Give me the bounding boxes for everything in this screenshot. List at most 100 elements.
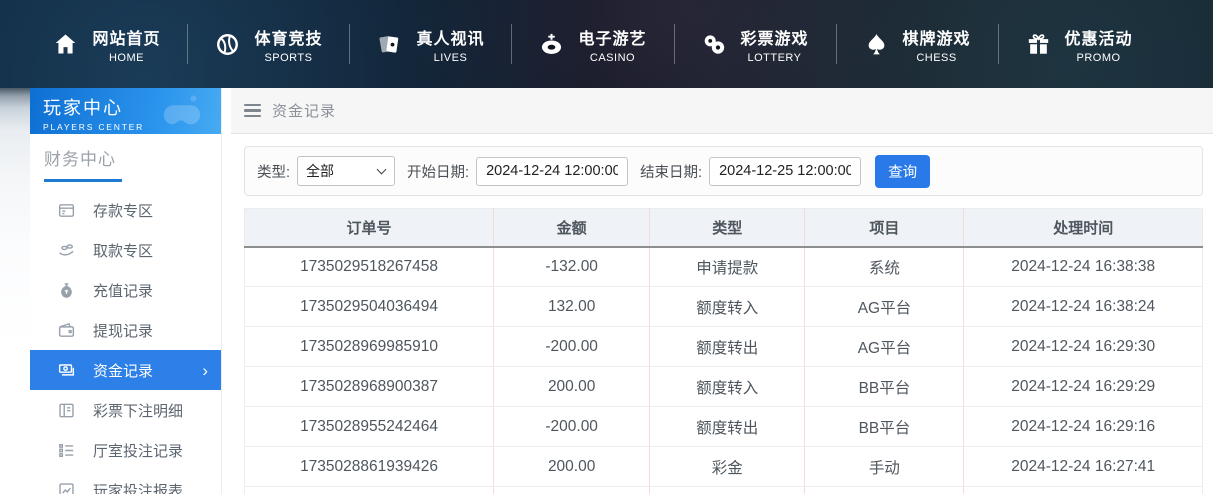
- nav-item-home[interactable]: 网站首页 HOME: [25, 25, 187, 64]
- table-cell: 1735028955242464: [245, 407, 494, 447]
- table-cell: 2024-12-24 16:38:38: [964, 247, 1203, 287]
- sports-ball-icon: [214, 31, 241, 58]
- page-body: 玩家中心 PLAYERS CENTER 财务中心 存款专区 › 取款专区 › 充…: [0, 88, 1213, 494]
- table-cell: AG平台: [805, 287, 964, 327]
- table-cell: 2024-12-24 16:29:30: [964, 327, 1203, 367]
- nav-item-promo[interactable]: 优惠活动 PROMO: [998, 25, 1160, 64]
- table-cell: 200.00: [494, 447, 650, 487]
- table-cell: BB平台: [805, 407, 964, 447]
- table-row-partial: [245, 487, 1203, 494]
- table-cell: 1735028861939426: [245, 447, 494, 487]
- table-row: 1735028861939426200.00彩金手动2024-12-24 16:…: [245, 447, 1203, 487]
- nav-label-zh: 棋牌游戏: [903, 25, 971, 49]
- nav-label-zh: 体育竞技: [254, 25, 322, 49]
- nav-item-lives[interactable]: 真人视讯 LIVES: [349, 25, 511, 64]
- table-cell: 132.00: [494, 287, 650, 327]
- table-cell: AG平台: [805, 327, 964, 367]
- sidebar-menu: 存款专区 › 取款专区 › 充值记录 › 提现记录 › 资金记录 › 彩票下注明…: [30, 190, 221, 494]
- type-select[interactable]: 全部: [297, 156, 395, 186]
- table-cell: 1735028969985910: [245, 327, 494, 367]
- nav-label-en: CHESS: [916, 52, 956, 64]
- app-root: 网站首页 HOME 体育竞技 SPORTS 真人视讯 LIVES 电子游艺 CA…: [0, 0, 1213, 494]
- nav-item-casino[interactable]: 电子游艺 CASINO: [511, 25, 673, 64]
- nav-label-zh: 真人视讯: [416, 25, 484, 49]
- wallet-icon: [57, 321, 76, 340]
- chevron-down-icon: [377, 165, 387, 175]
- spade-icon: [863, 31, 890, 58]
- sidebar: 玩家中心 PLAYERS CENTER 财务中心 存款专区 › 取款专区 › 充…: [30, 88, 222, 494]
- ledger-icon: [57, 401, 76, 420]
- table-cell: 额度转出: [650, 407, 805, 447]
- table-cell: 手动: [805, 447, 964, 487]
- sidebar-item-funds-records[interactable]: 资金记录 ›: [30, 350, 221, 390]
- lottery-balls-icon: [701, 31, 728, 58]
- table-body: 1735029518267458-132.00申请提款系统2024-12-24 …: [245, 247, 1203, 494]
- nav-item-sports[interactable]: 体育竞技 SPORTS: [187, 25, 349, 64]
- table-row: 1735029504036494132.00额度转入AG平台2024-12-24…: [245, 287, 1203, 327]
- table-cell: 1735029504036494: [245, 287, 494, 327]
- table-cell: 2024-12-24 16:27:41: [964, 447, 1203, 487]
- top-nav-items: 网站首页 HOME 体育竞技 SPORTS 真人视讯 LIVES 电子游艺 CA…: [25, 0, 1159, 88]
- table-cell: [650, 487, 805, 494]
- table-cell: BB平台: [805, 367, 964, 407]
- table-header-cell: 订单号: [245, 209, 494, 247]
- roulette-icon: [538, 31, 565, 58]
- table-cell: -200.00: [494, 407, 650, 447]
- nav-item-chess[interactable]: 棋牌游戏 CHESS: [836, 25, 998, 64]
- table-cell: [964, 487, 1203, 494]
- table-cell: -200.00: [494, 327, 650, 367]
- nav-label-zh: 优惠活动: [1065, 25, 1133, 49]
- sidebar-item-withdrawal-records[interactable]: 提现记录 ›: [30, 310, 221, 350]
- page-left-gutter: [0, 88, 30, 494]
- nav-label-en: LIVES: [434, 52, 468, 64]
- table-cell: -132.00: [494, 247, 650, 287]
- sidebar-section: 财务中心: [30, 134, 221, 190]
- nav-label-en: HOME: [109, 52, 144, 64]
- sidebar-item-label: 提现记录: [93, 320, 153, 341]
- filter-bar: 类型: 全部 开始日期: 结束日期: 查询: [244, 146, 1203, 196]
- table-row: 1735028968900387200.00额度转入BB平台2024-12-24…: [245, 367, 1203, 407]
- sidebar-item-label: 存款专区: [93, 200, 153, 221]
- table-cell: 系统: [805, 247, 964, 287]
- end-date-input[interactable]: [709, 157, 861, 186]
- records-table: 订单号金额类型项目处理时间 1735029518267458-132.00申请提…: [244, 208, 1203, 494]
- search-button[interactable]: 查询: [875, 155, 930, 188]
- table-cell: 1735029518267458: [245, 247, 494, 287]
- sidebar-item-hall-bet-records[interactable]: 厅室投注记录 ›: [30, 430, 221, 470]
- content-area: 类型: 全部 开始日期: 结束日期: 查询 订单号金额类型项目处理时间 1735…: [231, 134, 1213, 494]
- deposit-card-icon: [57, 201, 76, 220]
- type-select-value: 全部: [306, 161, 334, 181]
- sidebar-item-lottery-bet-detail[interactable]: 彩票下注明细 ›: [30, 390, 221, 430]
- top-nav: 网站首页 HOME 体育竞技 SPORTS 真人视讯 LIVES 电子游艺 CA…: [0, 0, 1213, 88]
- table-cell: 2024-12-24 16:29:29: [964, 367, 1203, 407]
- table-header-cell: 类型: [650, 209, 805, 247]
- nav-item-lottery[interactable]: 彩票游戏 LOTTERY: [674, 25, 836, 64]
- table-cell: 申请提款: [650, 247, 805, 287]
- sidebar-item-label: 玩家投注报表: [93, 480, 183, 494]
- cards-icon: [376, 31, 403, 58]
- sidebar-item-recharge-records[interactable]: 充值记录 ›: [30, 270, 221, 310]
- section-underline: [44, 179, 122, 182]
- table-header-cell: 处理时间: [964, 209, 1203, 247]
- sidebar-item-withdraw-zone[interactable]: 取款专区 ›: [30, 230, 221, 270]
- table-cell: 额度转入: [650, 287, 805, 327]
- table-cell: [494, 487, 650, 494]
- home-icon: [52, 31, 79, 58]
- table-cell: 200.00: [494, 367, 650, 407]
- nav-label-en: SPORTS: [264, 52, 312, 64]
- main-area: 资金记录 类型: 全部 开始日期: 结束日期: 查询: [231, 88, 1213, 494]
- start-date-input[interactable]: [476, 157, 628, 186]
- sidebar-item-deposit-zone[interactable]: 存款专区 ›: [30, 190, 221, 230]
- sidebar-item-label: 充值记录: [93, 280, 153, 301]
- nav-label-en: PROMO: [1077, 52, 1121, 64]
- table-cell: [245, 487, 494, 494]
- sidebar-item-player-bet-report[interactable]: 玩家投注报表 ›: [30, 470, 221, 494]
- sidebar-item-label: 彩票下注明细: [93, 400, 183, 421]
- table-cell: 额度转入: [650, 367, 805, 407]
- nav-label-zh: 彩票游戏: [741, 25, 809, 49]
- chevron-right-icon: ›: [202, 362, 208, 379]
- nav-label-en: LOTTERY: [747, 52, 801, 64]
- menu-toggle-icon[interactable]: [244, 104, 261, 118]
- table-header-row: 订单号金额类型项目处理时间: [245, 209, 1203, 247]
- gift-icon: [1025, 31, 1052, 58]
